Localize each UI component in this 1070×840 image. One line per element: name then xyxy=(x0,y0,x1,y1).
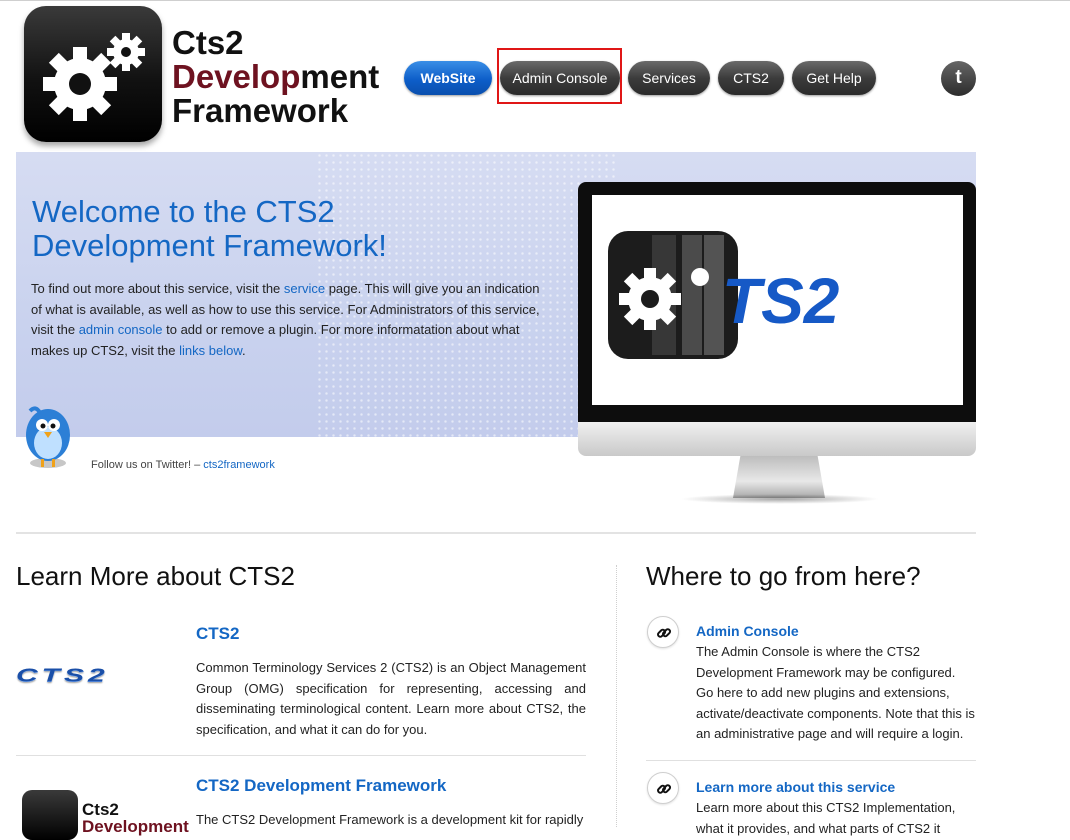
logo-line-1: Cts2 xyxy=(172,24,244,61)
screen-wordmark: TS2 xyxy=(722,265,839,337)
logo-line-2: Development xyxy=(172,58,380,95)
nav-get-help-button[interactable]: Get Help xyxy=(792,61,876,95)
cts2-logo-image[interactable]: CTS2 xyxy=(16,666,109,686)
learn-service-item-link[interactable]: Learn more about this service xyxy=(696,779,895,795)
monitor-chin xyxy=(578,422,976,456)
cts2-item-description: Common Terminology Services 2 (CTS2) is … xyxy=(196,660,586,737)
service-link[interactable]: service xyxy=(284,281,325,296)
where-to-go-title: Where to go from here? xyxy=(646,561,921,591)
framework-item-title-link[interactable]: CTS2 Development Framework xyxy=(196,776,446,796)
hero-description: To find out more about this service, vis… xyxy=(31,281,540,358)
nav-cts2-button[interactable]: CTS2 xyxy=(718,61,784,95)
twitter-handle-link[interactable]: cts2framework xyxy=(203,459,275,471)
link-icon xyxy=(647,772,679,804)
twitter-icon[interactable]: t xyxy=(941,61,976,96)
admin-console-link[interactable]: admin console xyxy=(79,322,163,337)
monitor-base-shadow xyxy=(680,494,880,504)
framework-logo-text: Cts2 Development xyxy=(82,800,189,836)
column-separator xyxy=(616,565,617,827)
link-icon xyxy=(647,616,679,648)
links-below-link[interactable]: links below xyxy=(179,343,242,358)
admin-console-item-link[interactable]: Admin Console xyxy=(696,623,799,639)
logo-wordmark[interactable]: Cts2 Development Framework xyxy=(172,26,379,128)
monitor-stand xyxy=(733,456,825,498)
nav-services-button[interactable]: Services xyxy=(628,61,710,95)
admin-console-highlight-box xyxy=(497,48,622,104)
monitor-screen: TS2 xyxy=(592,195,963,405)
twitter-bird-icon xyxy=(26,406,70,468)
top-border xyxy=(0,0,1070,1)
twitter-follow-text: Follow us on Twitter! – cts2framework xyxy=(91,459,275,471)
gear-logo-icon xyxy=(24,6,162,142)
learn-more-title: Learn More about CTS2 xyxy=(16,561,295,591)
item-separator xyxy=(646,760,976,761)
admin-console-item-description: The Admin Console is where the CTS2 Deve… xyxy=(696,644,975,741)
site-logo[interactable] xyxy=(22,6,164,146)
nav-website-button[interactable]: WebSite xyxy=(404,61,492,95)
framework-logo-icon[interactable] xyxy=(22,790,78,840)
section-divider xyxy=(16,532,976,534)
cts2-item-title-link[interactable]: CTS2 xyxy=(196,624,239,644)
framework-item-description: The CTS2 Development Framework is a deve… xyxy=(196,812,584,827)
logo-line-3: Framework xyxy=(172,92,349,129)
learn-service-item-description: Learn more about this CTS2 Implementatio… xyxy=(696,800,956,836)
hero-title: Welcome to the CTS2 Development Framewor… xyxy=(32,194,387,263)
item-separator xyxy=(16,755,586,756)
cts2-screen-logo-icon: TS2 xyxy=(608,231,839,359)
